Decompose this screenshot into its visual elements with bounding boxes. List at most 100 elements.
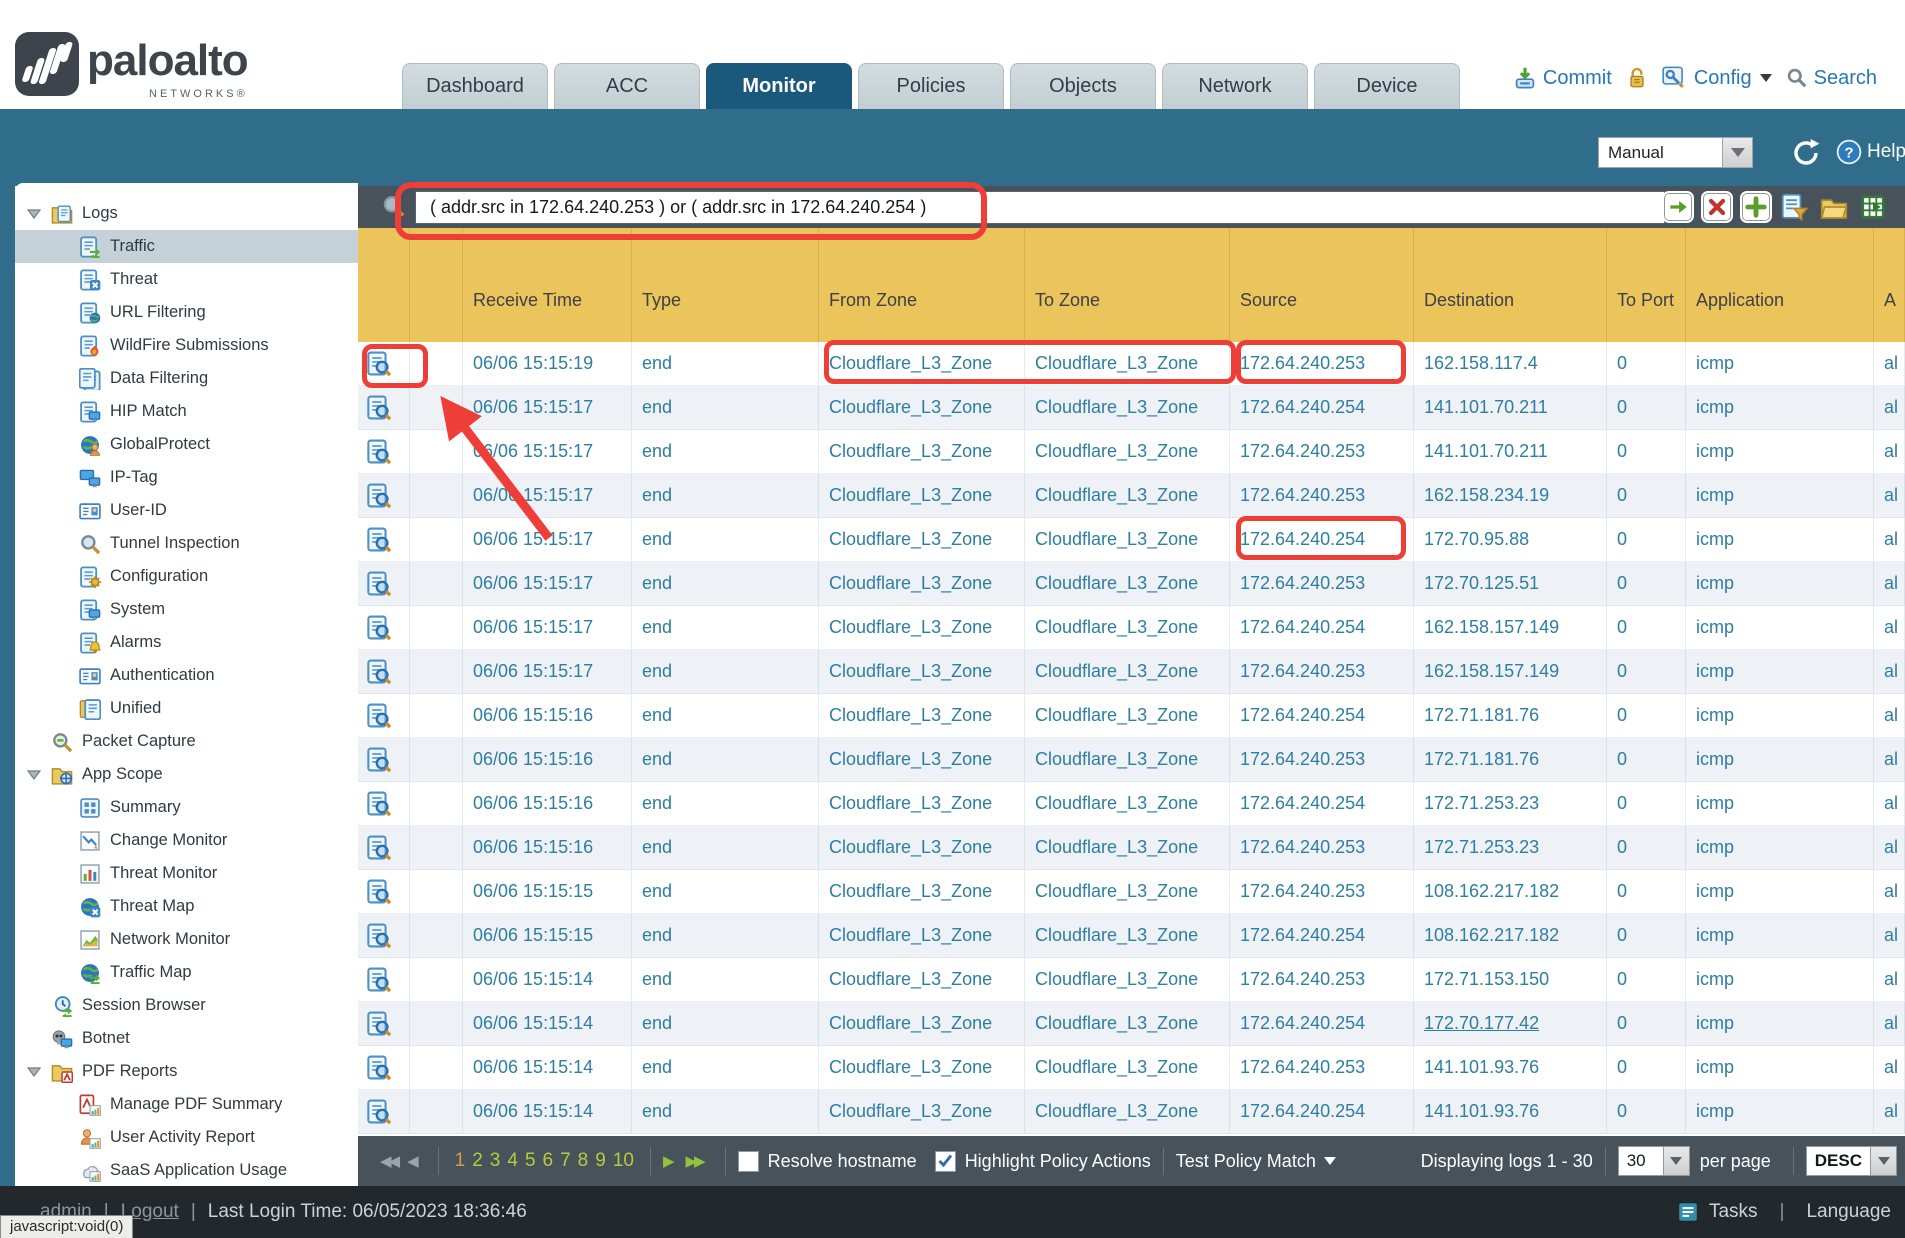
- sidebar-item-hip-match[interactable]: HIP Match: [15, 395, 358, 428]
- log-detail-button[interactable]: [358, 738, 410, 782]
- config-menu[interactable]: Config: [1662, 66, 1772, 90]
- source-cell[interactable]: 172.64.240.254: [1230, 914, 1414, 958]
- column-header-from-zone[interactable]: From Zone: [819, 228, 1025, 342]
- from-zone-cell[interactable]: Cloudflare_L3_Zone: [819, 518, 1025, 562]
- to-port-cell[interactable]: 0: [1607, 782, 1686, 826]
- refresh-mode-select[interactable]: Manual: [1598, 137, 1753, 168]
- from-zone-cell[interactable]: Cloudflare_L3_Zone: [819, 1090, 1025, 1134]
- log-detail-button[interactable]: [358, 430, 410, 474]
- receive-time-cell[interactable]: 06/06 15:15:14: [463, 958, 632, 1002]
- sidebar-item-threat-monitor[interactable]: Threat Monitor: [15, 857, 358, 890]
- to-zone-cell[interactable]: Cloudflare_L3_Zone: [1025, 562, 1230, 606]
- sidebar-item-packet-capture[interactable]: Packet Capture: [15, 725, 358, 758]
- expand-caret-icon[interactable]: [27, 208, 51, 220]
- sidebar-item-authentication[interactable]: Authentication: [15, 659, 358, 692]
- column-header-a[interactable]: A: [1874, 228, 1905, 342]
- application-cell[interactable]: icmp: [1686, 518, 1874, 562]
- destination-cell[interactable]: 141.101.93.76: [1414, 1090, 1607, 1134]
- source-cell[interactable]: 172.64.240.253: [1230, 342, 1414, 386]
- refresh-button[interactable]: [1789, 137, 1823, 174]
- application-cell[interactable]: icmp: [1686, 562, 1874, 606]
- tab-network[interactable]: Network: [1162, 63, 1308, 109]
- receive-time-cell[interactable]: 06/06 15:15:14: [463, 1046, 632, 1090]
- application-cell[interactable]: icmp: [1686, 342, 1874, 386]
- source-cell[interactable]: 172.64.240.253: [1230, 430, 1414, 474]
- log-detail-button[interactable]: [358, 1002, 410, 1046]
- receive-time-cell[interactable]: 06/06 15:15:16: [463, 826, 632, 870]
- action-cell[interactable]: al: [1874, 562, 1905, 606]
- destination-cell[interactable]: 172.71.181.76: [1414, 738, 1607, 782]
- to-port-cell[interactable]: 0: [1607, 1046, 1686, 1090]
- destination-cell[interactable]: 172.70.177.42: [1414, 1002, 1607, 1046]
- sidebar-item-pdf-reports[interactable]: PDF Reports: [15, 1055, 358, 1088]
- action-cell[interactable]: al: [1874, 870, 1905, 914]
- action-cell[interactable]: al: [1874, 826, 1905, 870]
- action-cell[interactable]: al: [1874, 694, 1905, 738]
- to-port-cell[interactable]: 0: [1607, 562, 1686, 606]
- page-number-9[interactable]: 9: [595, 1150, 606, 1172]
- source-cell[interactable]: 172.64.240.254: [1230, 782, 1414, 826]
- receive-time-cell[interactable]: 06/06 15:15:15: [463, 870, 632, 914]
- highlight-policy-actions-checkbox[interactable]: [935, 1151, 956, 1172]
- type-cell[interactable]: end: [632, 474, 819, 518]
- test-policy-match-button[interactable]: Test Policy Match: [1176, 1151, 1336, 1172]
- type-cell[interactable]: end: [632, 914, 819, 958]
- to-zone-cell[interactable]: Cloudflare_L3_Zone: [1025, 738, 1230, 782]
- type-cell[interactable]: end: [632, 738, 819, 782]
- from-zone-cell[interactable]: Cloudflare_L3_Zone: [819, 386, 1025, 430]
- destination-cell[interactable]: 141.101.70.211: [1414, 386, 1607, 430]
- to-port-cell[interactable]: 0: [1607, 694, 1686, 738]
- source-cell[interactable]: 172.64.240.253: [1230, 826, 1414, 870]
- action-cell[interactable]: al: [1874, 386, 1905, 430]
- tasks-button[interactable]: Tasks: [1709, 1201, 1758, 1223]
- per-page-dropdown-button[interactable]: [1664, 1146, 1690, 1176]
- action-cell[interactable]: al: [1874, 606, 1905, 650]
- action-cell[interactable]: al: [1874, 650, 1905, 694]
- next-page-button[interactable]: ▶: [663, 1152, 672, 1170]
- application-cell[interactable]: icmp: [1686, 430, 1874, 474]
- page-number-10[interactable]: 10: [613, 1150, 634, 1172]
- to-zone-cell[interactable]: Cloudflare_L3_Zone: [1025, 782, 1230, 826]
- sidebar-item-ip-tag[interactable]: IP-Tag: [15, 461, 358, 494]
- sidebar-item-manage-pdf-summary[interactable]: Manage PDF Summary: [15, 1088, 358, 1121]
- sidebar-item-botnet[interactable]: Botnet: [15, 1022, 358, 1055]
- commit-button[interactable]: Commit: [1513, 66, 1612, 90]
- receive-time-cell[interactable]: 06/06 15:15:17: [463, 474, 632, 518]
- from-zone-cell[interactable]: Cloudflare_L3_Zone: [819, 1046, 1025, 1090]
- type-cell[interactable]: end: [632, 650, 819, 694]
- column-header-application[interactable]: Application: [1686, 228, 1874, 342]
- clear-filter-button[interactable]: [1701, 191, 1733, 223]
- log-detail-button[interactable]: [358, 386, 410, 430]
- source-cell[interactable]: 172.64.240.253: [1230, 562, 1414, 606]
- sidebar-item-traffic-map[interactable]: Traffic Map: [15, 956, 358, 989]
- from-zone-cell[interactable]: Cloudflare_L3_Zone: [819, 738, 1025, 782]
- to-zone-cell[interactable]: Cloudflare_L3_Zone: [1025, 1002, 1230, 1046]
- language-button[interactable]: Language: [1806, 1201, 1891, 1223]
- action-cell[interactable]: al: [1874, 342, 1905, 386]
- sidebar-item-user-id[interactable]: User-ID: [15, 494, 358, 527]
- source-cell[interactable]: 172.64.240.253: [1230, 474, 1414, 518]
- to-zone-cell[interactable]: Cloudflare_L3_Zone: [1025, 606, 1230, 650]
- sidebar-item-globalprotect[interactable]: GlobalProtect: [15, 428, 358, 461]
- from-zone-cell[interactable]: Cloudflare_L3_Zone: [819, 1002, 1025, 1046]
- to-zone-cell[interactable]: Cloudflare_L3_Zone: [1025, 1046, 1230, 1090]
- to-zone-cell[interactable]: Cloudflare_L3_Zone: [1025, 474, 1230, 518]
- source-cell[interactable]: 172.64.240.253: [1230, 650, 1414, 694]
- type-cell[interactable]: end: [632, 606, 819, 650]
- type-cell[interactable]: end: [632, 958, 819, 1002]
- sidebar-item-configuration[interactable]: Configuration: [15, 560, 358, 593]
- application-cell[interactable]: icmp: [1686, 606, 1874, 650]
- from-zone-cell[interactable]: Cloudflare_L3_Zone: [819, 870, 1025, 914]
- to-port-cell[interactable]: 0: [1607, 870, 1686, 914]
- from-zone-cell[interactable]: Cloudflare_L3_Zone: [819, 826, 1025, 870]
- to-port-cell[interactable]: 0: [1607, 650, 1686, 694]
- destination-cell[interactable]: 162.158.157.149: [1414, 650, 1607, 694]
- to-zone-cell[interactable]: Cloudflare_L3_Zone: [1025, 958, 1230, 1002]
- page-number-3[interactable]: 3: [490, 1150, 501, 1172]
- to-zone-cell[interactable]: Cloudflare_L3_Zone: [1025, 386, 1230, 430]
- to-port-cell[interactable]: 0: [1607, 518, 1686, 562]
- source-cell[interactable]: 172.64.240.253: [1230, 870, 1414, 914]
- add-filter-button[interactable]: [1740, 191, 1772, 223]
- log-detail-button[interactable]: [358, 518, 410, 562]
- to-zone-cell[interactable]: Cloudflare_L3_Zone: [1025, 694, 1230, 738]
